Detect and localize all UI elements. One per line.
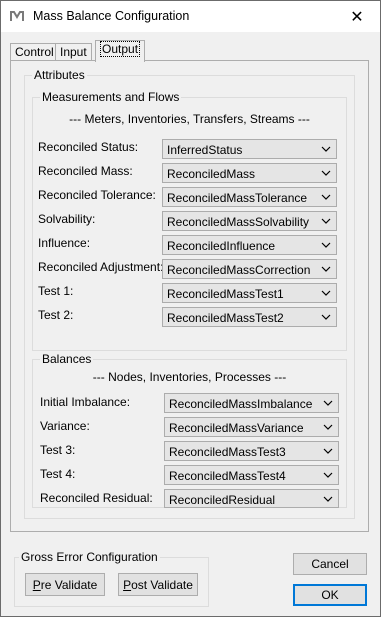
dialog-window: Mass Balance Configuration ✕ Control Inp… xyxy=(0,0,381,617)
reconciled-mass-label: Reconciled Mass: xyxy=(38,164,133,178)
initial-imbalance-select[interactable]: ReconciledMassImbalance xyxy=(164,393,339,413)
test-3-label: Test 3: xyxy=(40,443,76,457)
reconciled-tolerance-label: Reconciled Tolerance: xyxy=(38,188,156,202)
tab-input[interactable]: Input xyxy=(55,43,92,61)
balances-caption: --- Nodes, Inventories, Processes --- xyxy=(92,370,287,384)
influence-label: Influence: xyxy=(38,236,91,250)
reconciled-residual-label: Reconciled Residual: xyxy=(40,491,153,505)
app-logo-icon xyxy=(10,11,24,21)
solvability-value: ReconciledMassSolvability xyxy=(167,215,310,229)
reconciled-residual-value: ReconciledResidual xyxy=(169,493,276,507)
close-button[interactable]: ✕ xyxy=(334,1,380,32)
reconciled-status-value: InferredStatus xyxy=(167,143,243,157)
chevron-down-icon xyxy=(321,314,331,320)
influence-select[interactable]: ReconciledInfluence xyxy=(162,235,337,255)
pre-validate-label: re Validate xyxy=(40,577,98,592)
tab-output-label: Output xyxy=(100,41,141,57)
post-validate-button[interactable]: Post Validate xyxy=(118,573,198,596)
reconciled-adjustment-label: Reconciled Adjustment: xyxy=(38,260,164,274)
chevron-down-icon xyxy=(321,242,331,248)
reconciled-status-select[interactable]: InferredStatus xyxy=(162,139,337,159)
ok-button[interactable]: OK xyxy=(293,584,367,606)
gross-error-group: Gross Error Configuration Pre Validate P… xyxy=(14,550,209,607)
output-tab-panel: Attributes Measurements and Flows --- Me… xyxy=(10,60,369,532)
balances-group-title: Balances xyxy=(40,352,94,366)
variance-select[interactable]: ReconciledMassVariance xyxy=(164,417,339,437)
initial-imbalance-value: ReconciledMassImbalance xyxy=(169,397,313,411)
reconciled-tolerance-value: ReconciledMassTolerance xyxy=(167,191,308,205)
chevron-down-icon xyxy=(323,400,333,406)
test-1-select[interactable]: ReconciledMassTest1 xyxy=(162,283,337,303)
solvability-select[interactable]: ReconciledMassSolvability xyxy=(162,211,337,231)
tab-control[interactable]: Control xyxy=(10,43,59,61)
reconciled-mass-value: ReconciledMass xyxy=(167,167,256,181)
reconciled-adjustment-select[interactable]: ReconciledMassCorrection xyxy=(162,259,337,279)
test-3-value: ReconciledMassTest3 xyxy=(169,445,286,459)
attributes-group: Attributes Measurements and Flows --- Me… xyxy=(24,68,355,519)
chevron-down-icon xyxy=(321,146,331,152)
pre-validate-button[interactable]: Pre Validate xyxy=(25,573,105,596)
chevron-down-icon xyxy=(323,496,333,502)
close-icon: ✕ xyxy=(350,8,364,26)
test-1-value: ReconciledMassTest1 xyxy=(167,287,284,301)
gross-error-group-title: Gross Error Configuration xyxy=(19,550,160,564)
reconciled-adjustment-value: ReconciledMassCorrection xyxy=(167,263,311,277)
test-2-label: Test 2: xyxy=(38,308,74,322)
variance-value: ReconciledMassVariance xyxy=(169,421,304,435)
chevron-down-icon xyxy=(321,266,331,272)
test-2-select[interactable]: ReconciledMassTest2 xyxy=(162,307,337,327)
tab-control-label: Control xyxy=(15,45,54,59)
chevron-down-icon xyxy=(321,218,331,224)
cancel-button-label: Cancel xyxy=(311,557,349,571)
reconciled-residual-select[interactable]: ReconciledResidual xyxy=(164,489,339,508)
chevron-down-icon xyxy=(321,290,331,296)
pre-validate-mnemonic: P xyxy=(32,577,41,592)
chevron-down-icon xyxy=(323,448,333,454)
balances-group: Balances --- Nodes, Inventories, Process… xyxy=(32,352,347,508)
title-bar: Mass Balance Configuration ✕ xyxy=(1,1,380,32)
test-1-label: Test 1: xyxy=(38,284,74,298)
measurements-caption: --- Meters, Inventories, Transfers, Stre… xyxy=(69,112,310,126)
reconciled-status-label: Reconciled Status: xyxy=(38,140,139,154)
cancel-button[interactable]: Cancel xyxy=(293,553,367,575)
measurements-group-title: Measurements and Flows xyxy=(40,90,182,104)
test-2-value: ReconciledMassTest2 xyxy=(167,311,284,325)
test-4-value: ReconciledMassTest4 xyxy=(169,469,286,483)
chevron-down-icon xyxy=(323,472,333,478)
attributes-group-title: Attributes xyxy=(32,68,87,82)
ok-button-label: OK xyxy=(321,588,339,602)
reconciled-tolerance-select[interactable]: ReconciledMassTolerance xyxy=(162,187,337,207)
variance-label: Variance: xyxy=(40,419,90,433)
post-validate-label: ost Validate xyxy=(131,577,193,592)
measurements-group: Measurements and Flows --- Meters, Inven… xyxy=(32,90,347,351)
chevron-down-icon xyxy=(321,170,331,176)
chevron-down-icon xyxy=(321,194,331,200)
influence-value: ReconciledInfluence xyxy=(167,239,276,253)
initial-imbalance-label: Initial Imbalance: xyxy=(40,395,131,409)
tab-input-label: Input xyxy=(60,45,87,59)
tab-output[interactable]: Output xyxy=(95,40,146,62)
test-4-label: Test 4: xyxy=(40,467,76,481)
post-validate-mnemonic: P xyxy=(123,577,132,592)
reconciled-mass-select[interactable]: ReconciledMass xyxy=(162,163,337,183)
chevron-down-icon xyxy=(323,424,333,430)
solvability-label: Solvability: xyxy=(38,212,96,226)
test-4-select[interactable]: ReconciledMassTest4 xyxy=(164,465,339,485)
window-title: Mass Balance Configuration xyxy=(33,9,190,23)
test-3-select[interactable]: ReconciledMassTest3 xyxy=(164,441,339,461)
